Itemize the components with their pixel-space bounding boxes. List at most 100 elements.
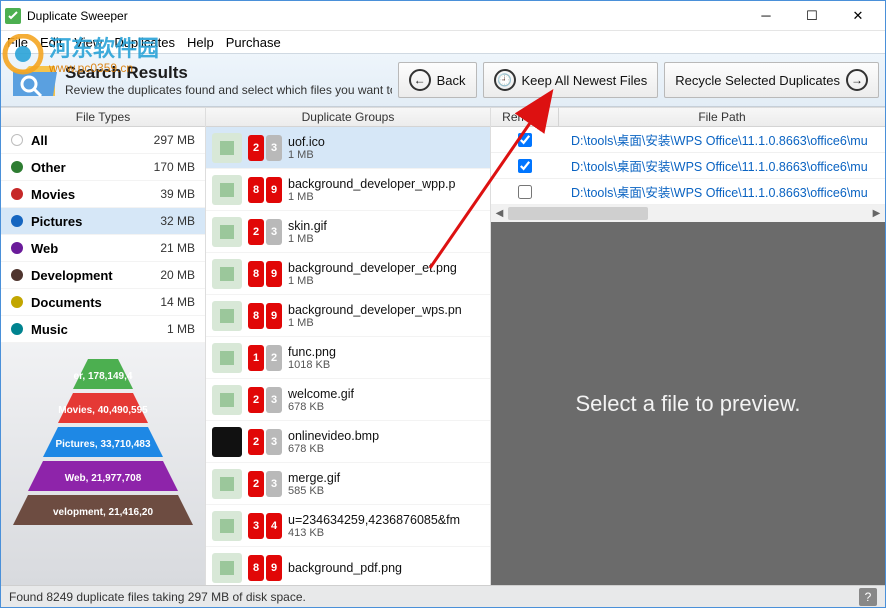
group-filesize: 1 MB (288, 317, 484, 329)
menu-view[interactable]: View (74, 35, 102, 50)
group-row[interactable]: 89 background_developer_et.png 1 MB (206, 253, 490, 295)
filetype-name: Other (31, 160, 146, 175)
recycle-label: Recycle Selected Duplicates (675, 73, 840, 88)
group-filename: onlinevideo.bmp (288, 429, 484, 443)
dup-count-badge: 12 (248, 345, 282, 371)
menubar: 河东软件园 www.pc0359.cn File Edit View Dupli… (1, 31, 885, 53)
menu-purchase[interactable]: Purchase (226, 35, 281, 50)
forward-arrow-icon: → (846, 69, 868, 91)
groups-header: Duplicate Groups (206, 107, 490, 127)
scrollbar-thumb[interactable] (508, 207, 648, 220)
group-row[interactable]: 23 skin.gif 1 MB (206, 211, 490, 253)
filetype-size: 170 MB (154, 160, 195, 174)
remove-checkbox[interactable] (518, 159, 532, 173)
filetypes-header: File Types (1, 107, 205, 127)
filetype-row-development[interactable]: Development 20 MB (1, 262, 205, 289)
remove-checkbox[interactable] (518, 185, 532, 199)
filetype-row-music[interactable]: Music 1 MB (1, 316, 205, 343)
groups-list[interactable]: 23 uof.ico 1 MB 89 background_developer_… (206, 127, 490, 585)
right-panel: Remove File Path D:\tools\桌面\安装\WPS Offi… (491, 107, 885, 585)
group-row[interactable]: 89 background_pdf.png (206, 547, 490, 585)
maximize-button[interactable]: ☐ (789, 1, 835, 31)
filetype-dot-icon (11, 323, 23, 335)
middle-panel: Duplicate Groups 23 uof.ico 1 MB 89 back… (206, 107, 491, 585)
statusbar: Found 8249 duplicate files taking 297 MB… (1, 585, 885, 607)
preview-message: Select a file to preview. (575, 391, 800, 417)
filetype-name: Web (31, 241, 152, 256)
filetype-size: 1 MB (167, 322, 195, 336)
close-button[interactable]: ✕ (835, 1, 881, 31)
group-row[interactable]: 89 background_developer_wpp.p 1 MB (206, 169, 490, 211)
dup-count-badge: 89 (248, 555, 282, 581)
dup-count-badge: 89 (248, 303, 282, 329)
group-row[interactable]: 89 background_developer_wps.pn 1 MB (206, 295, 490, 337)
keep-newest-button[interactable]: 🕘 Keep All Newest Files (483, 62, 659, 98)
file-thumbnail-icon (212, 175, 242, 205)
filetype-name: Music (31, 322, 159, 337)
svg-text:Pictures, 33,710,483: Pictures, 33,710,483 (55, 439, 151, 450)
folder-search-icon (11, 60, 59, 100)
app-icon (5, 8, 21, 24)
menu-help[interactable]: Help (187, 35, 214, 50)
group-row[interactable]: 23 uof.ico 1 MB (206, 127, 490, 169)
menu-duplicates[interactable]: Duplicates (114, 35, 175, 50)
header-toolbar: Search Results Review the duplicates fou… (1, 53, 885, 107)
dup-count-badge: 89 (248, 177, 282, 203)
path-row[interactable]: D:\tools\桌面\安装\WPS Office\11.1.0.8663\of… (491, 179, 885, 205)
filetype-row-pictures[interactable]: Pictures 32 MB (1, 208, 205, 235)
file-path[interactable]: D:\tools\桌面\安装\WPS Office\11.1.0.8663\of… (559, 130, 885, 149)
filetype-row-other[interactable]: Other 170 MB (1, 154, 205, 181)
menu-edit[interactable]: Edit (40, 35, 62, 50)
group-filename: u=234634259,4236876085&fm (288, 513, 484, 527)
preview-panel: Select a file to preview. (491, 222, 885, 585)
minimize-button[interactable]: ─ (743, 1, 789, 31)
path-list: D:\tools\桌面\安装\WPS Office\11.1.0.8663\of… (491, 127, 885, 205)
remove-header: Remove (491, 107, 559, 127)
filetype-dot-icon (11, 188, 23, 200)
scroll-left-icon[interactable]: ◀ (491, 205, 508, 222)
group-row[interactable]: 34 u=234634259,4236876085&fm 413 KB (206, 505, 490, 547)
group-filesize: 585 KB (288, 485, 484, 497)
path-row[interactable]: D:\tools\桌面\安装\WPS Office\11.1.0.8663\of… (491, 153, 885, 179)
path-row[interactable]: D:\tools\桌面\安装\WPS Office\11.1.0.8663\of… (491, 127, 885, 153)
menu-file[interactable]: File (7, 35, 28, 50)
group-row[interactable]: 12 func.png 1018 KB (206, 337, 490, 379)
svg-text:er, 178,149,4: er, 178,149,4 (74, 371, 133, 382)
group-filesize: 678 KB (288, 401, 484, 413)
remove-checkbox[interactable] (518, 133, 532, 147)
file-thumbnail-icon (212, 553, 242, 583)
group-filename: background_developer_wpp.p (288, 177, 484, 191)
file-path[interactable]: D:\tools\桌面\安装\WPS Office\11.1.0.8663\of… (559, 182, 885, 201)
status-text: Found 8249 duplicate files taking 297 MB… (9, 590, 306, 604)
filetype-size: 39 MB (160, 187, 195, 201)
filetype-row-documents[interactable]: Documents 14 MB (1, 289, 205, 316)
back-button[interactable]: ← Back (398, 62, 477, 98)
filetype-name: Documents (31, 295, 152, 310)
group-row[interactable]: 23 welcome.gif 678 KB (206, 379, 490, 421)
group-row[interactable]: 23 onlinevideo.bmp 678 KB (206, 421, 490, 463)
scroll-right-icon[interactable]: ▶ (868, 205, 885, 222)
help-button[interactable]: ? (859, 588, 877, 606)
group-filename: merge.gif (288, 471, 484, 485)
recycle-duplicates-button[interactable]: Recycle Selected Duplicates → (664, 62, 879, 98)
dup-count-badge: 34 (248, 513, 282, 539)
file-thumbnail-icon (212, 217, 242, 247)
filetype-name: Movies (31, 187, 152, 202)
dup-count-badge: 23 (248, 219, 282, 245)
file-thumbnail-icon (212, 469, 242, 499)
filetype-row-all[interactable]: All 297 MB (1, 127, 205, 154)
dup-count-badge: 23 (248, 429, 282, 455)
filetype-size: 297 MB (154, 133, 195, 147)
filetype-name: Pictures (31, 214, 152, 229)
filetype-row-movies[interactable]: Movies 39 MB (1, 181, 205, 208)
horizontal-scrollbar[interactable]: ◀ ▶ (491, 205, 885, 222)
file-path[interactable]: D:\tools\桌面\安装\WPS Office\11.1.0.8663\of… (559, 156, 885, 175)
group-filesize: 413 KB (288, 527, 484, 539)
page-subtitle: Review the duplicates found and select w… (65, 83, 392, 97)
group-filesize: 1 MB (288, 275, 484, 287)
filetype-size: 32 MB (160, 214, 195, 228)
filetype-row-web[interactable]: Web 21 MB (1, 235, 205, 262)
dup-count-badge: 23 (248, 387, 282, 413)
group-row[interactable]: 23 merge.gif 585 KB (206, 463, 490, 505)
group-filesize: 1018 KB (288, 359, 484, 371)
